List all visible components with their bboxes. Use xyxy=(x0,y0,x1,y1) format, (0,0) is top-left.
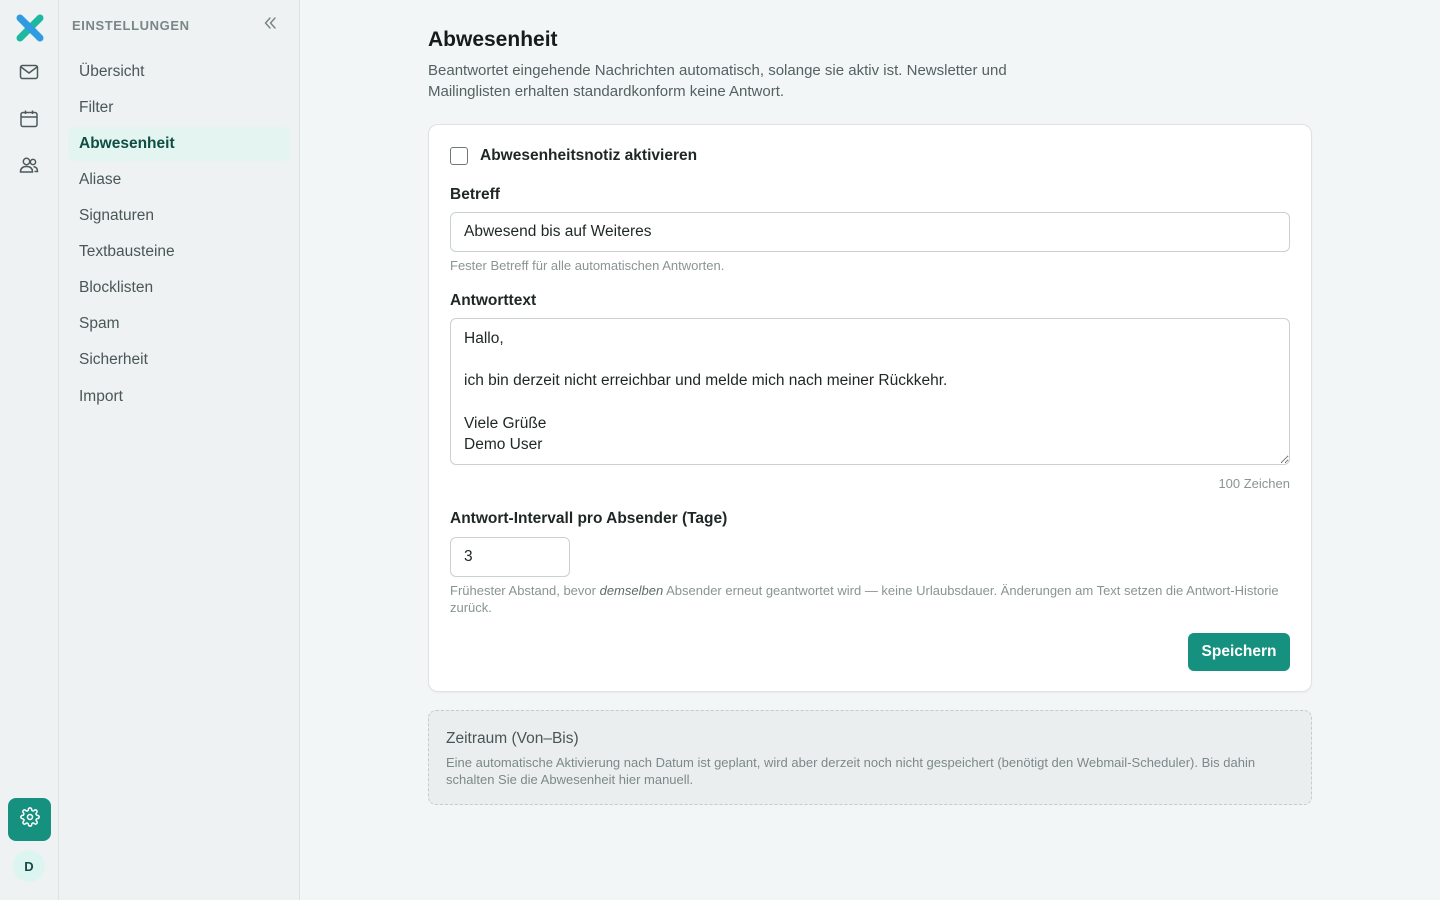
page-description: Beantwortet eingehende Nachrichten autom… xyxy=(428,62,1007,100)
sidebar-item-textbausteine[interactable]: Textbausteine xyxy=(68,235,290,269)
enable-auto-reply-toggle[interactable]: Abwesenheitsnotiz aktivieren xyxy=(450,147,697,165)
sidebar-item-uebersicht[interactable]: Übersicht xyxy=(68,55,290,89)
settings-sidebar: EINSTELLUNGEN Übersicht Filter Abwesenhe… xyxy=(59,0,300,900)
collapse-sidebar-button[interactable] xyxy=(261,16,279,34)
icon-rail: D xyxy=(0,0,59,900)
chevrons-left-icon xyxy=(263,16,277,35)
enable-auto-reply-label: Abwesenheitsnotiz aktivieren xyxy=(480,147,698,164)
auto-reply-form-card: Abwesenheitsnotiz aktivieren Betreff Fes… xyxy=(428,124,1312,692)
body-textarea[interactable]: Hallo, ich bin derzeit nicht erreichbar … xyxy=(450,318,1290,465)
subject-label: Betreff xyxy=(450,186,500,203)
sidebar-item-abwesenheit[interactable]: Abwesenheit xyxy=(68,127,290,161)
sidebar-item-spam[interactable]: Spam xyxy=(68,307,290,341)
character-counter: 100 Zeichen xyxy=(1218,476,1290,491)
calendar-icon[interactable] xyxy=(17,107,41,131)
sidebar-item-aliase[interactable]: Aliase xyxy=(68,163,290,197)
users-icon[interactable] xyxy=(17,153,41,177)
sidebar-title: EINSTELLUNGEN xyxy=(72,18,190,33)
interval-input[interactable] xyxy=(450,537,570,577)
gear-icon xyxy=(19,807,40,832)
sidebar-item-blocklisten[interactable]: Blocklisten xyxy=(68,271,290,305)
subject-input[interactable] xyxy=(450,212,1290,252)
schedule-note-title: Zeitraum (Von–Bis) xyxy=(446,730,579,747)
sidebar-item-filter[interactable]: Filter xyxy=(68,91,290,125)
page-title: Abwesenheit xyxy=(428,28,558,51)
sidebar-item-sicherheit[interactable]: Sicherheit xyxy=(68,343,290,377)
sidebar-item-signaturen[interactable]: Signaturen xyxy=(68,199,290,233)
save-button[interactable]: Speichern xyxy=(1188,633,1290,671)
x-logo-icon[interactable] xyxy=(15,13,45,43)
interval-label: Antwort-Intervall pro Absender (Tage) xyxy=(450,510,728,527)
settings-button[interactable] xyxy=(8,798,51,841)
enable-auto-reply-checkbox[interactable] xyxy=(450,147,468,165)
subject-hint: Fester Betreff für alle automatischen An… xyxy=(450,258,725,273)
sidebar-item-import[interactable]: Import xyxy=(68,380,290,414)
interval-hint: Frühester Abstand, bevor demselben Absen… xyxy=(450,583,1279,615)
avatar[interactable]: D xyxy=(13,850,45,882)
mail-icon[interactable] xyxy=(17,60,41,84)
body-label: Antworttext xyxy=(450,292,537,309)
schedule-note: Zeitraum (Von–Bis) Eine automatische Akt… xyxy=(428,710,1312,805)
schedule-note-text: Eine automatische Aktivierung nach Datum… xyxy=(446,755,1256,787)
